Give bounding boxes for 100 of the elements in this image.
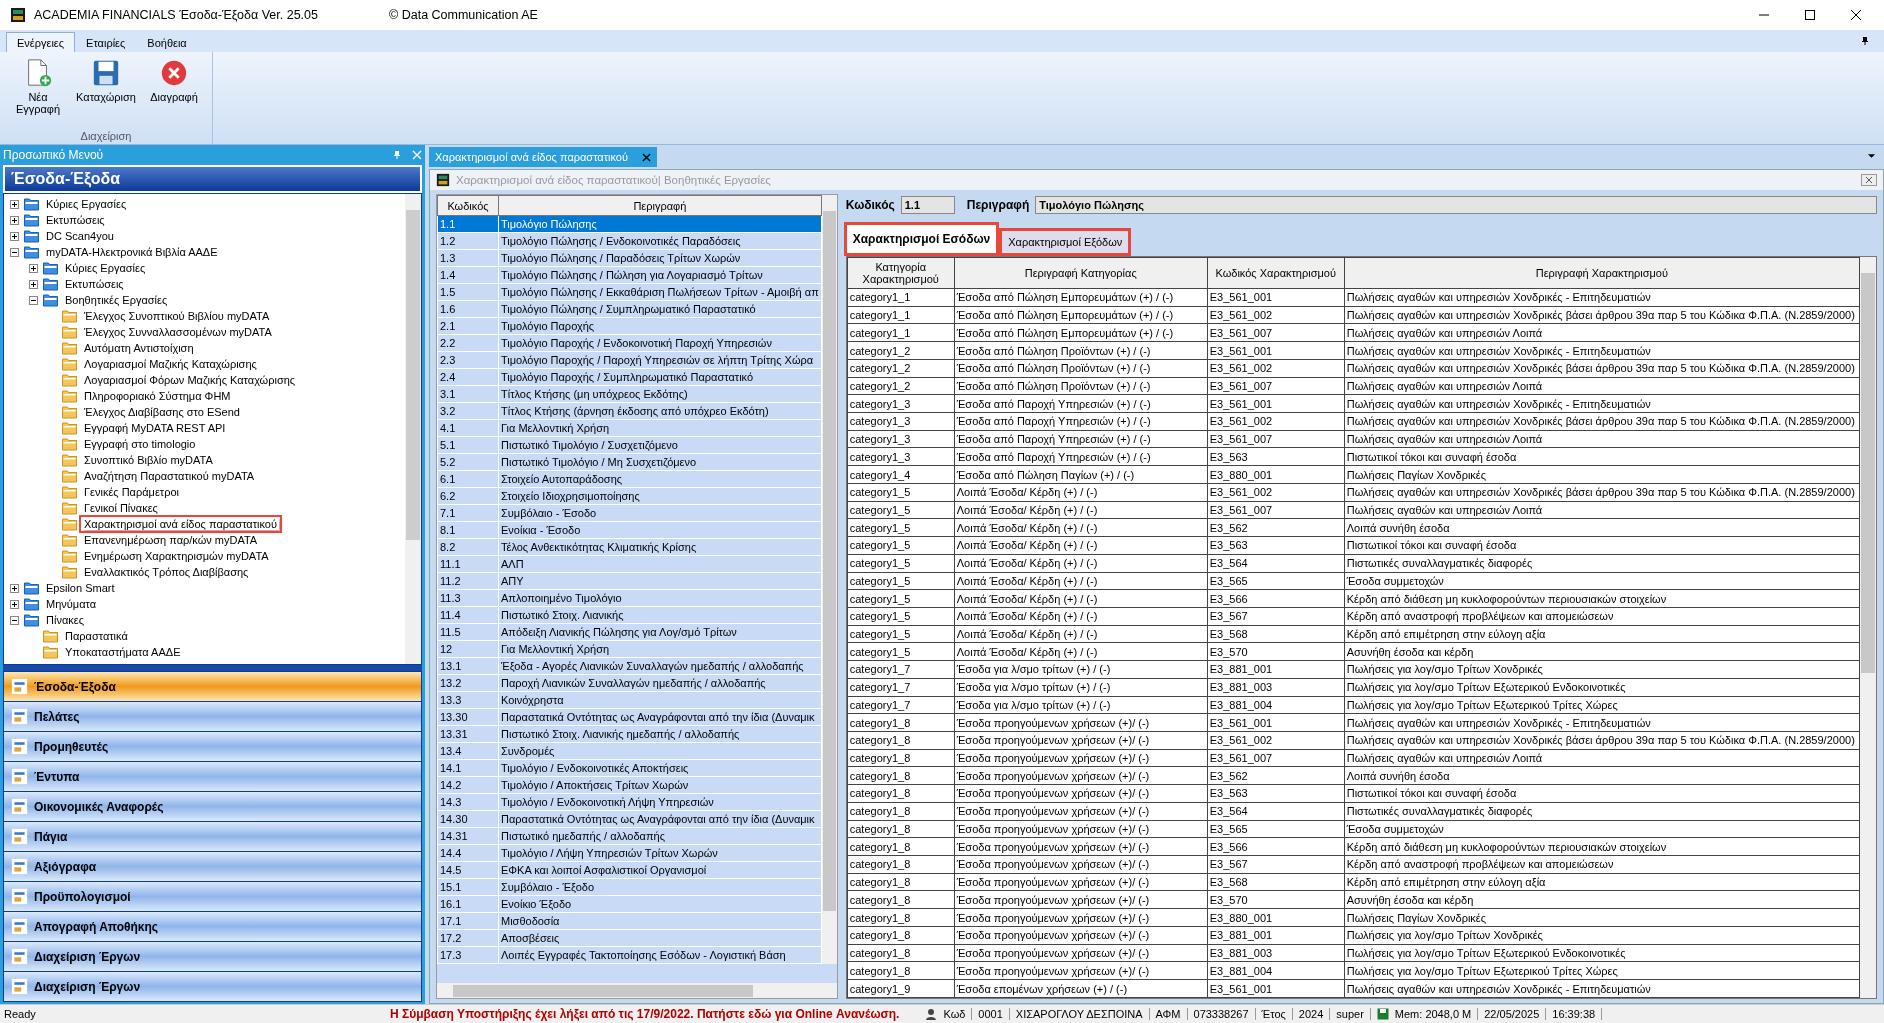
module-button[interactable]: Προϋπολογισμοί [4,882,421,911]
maximize-icon[interactable] [1804,9,1816,21]
expand-icon[interactable] [29,279,38,289]
tree-item[interactable]: Εκτυπώσεις [44,214,107,226]
tree-item[interactable]: Παραστατικά [63,630,130,642]
module-button[interactable]: Έντυπα [4,762,421,791]
tree-item[interactable]: Μηνύματα [44,598,99,610]
column-header[interactable]: Κωδικός Χαρακτηρισμού [1207,257,1345,289]
expand-icon[interactable] [29,263,38,273]
input-field[interactable]: 1.1 [900,196,955,214]
module-button[interactable]: Οικονομικές Αναφορές [4,792,421,821]
list-row[interactable]: 1.4 Τιμολόγιο Πώλησης / Πώληση για Λογαριασμό Τρίτων [437,266,822,284]
list-row[interactable]: 14.4 Τιμολόγιο / Λήψη Υπηρεσιών Τρίτων Χωρών [437,844,822,862]
expand-icon[interactable] [10,199,19,209]
module-button[interactable]: Διαχείριση Έργων [4,972,421,1001]
list-row[interactable]: 11.3 Απλοποιημένο Τιμολόγιο [437,589,822,607]
expand-icon[interactable] [10,231,19,241]
list-row[interactable]: 14.31 Πιστωτικό ημεδαπής / αλλοδαπής [437,827,822,845]
tree-item[interactable]: myDATA-Ηλεκτρονικά Βιβλία ΑΑΔΕ [44,246,220,258]
column-header[interactable]: Κατηγορία Χαρακτηρισμού [847,257,955,289]
module-button[interactable]: Διαχείριση Έργων [4,942,421,971]
tab[interactable]: Χαρακτηρισμοί Εξόδων [1001,230,1130,254]
list-row[interactable]: 8.1 Ενοίκια - Έσοδο [437,521,822,539]
list-row[interactable]: 11.2 ΑΠΥ [437,572,822,590]
module-button[interactable]: Έσοδα-Έξοδα [4,672,421,701]
column-header[interactable]: Περιγραφή Χαρακτηρισμού [1344,257,1860,289]
tree-item[interactable]: Γενικοί Πίνακες [82,502,160,514]
tree-item[interactable]: Χαρακτηρισμοί ανά είδος παραστατικού [82,518,279,530]
list-row[interactable]: 13.4 Συνδρομές [437,742,822,760]
list-row[interactable]: 1.5 Τιμολόγιο Πώλησης / Εκκαθάριση Πωλήσεων Τρίτων - Αμοιβή απ [437,283,822,301]
tree-item[interactable]: Έλεγχος Συνοπτικού Βιβλίου myDATA [82,310,272,322]
tree-item[interactable]: Εγγραφή στο timologio [82,438,198,450]
list-row[interactable]: 2.1 Τιμολόγιο Παροχής [437,317,822,335]
list-row[interactable]: 17.2 Αποσβέσεις [437,929,822,947]
ribbon-button[interactable]: Καταχώριση [74,56,138,130]
module-button[interactable]: Πελάτες [4,702,421,731]
module-button[interactable]: Προμηθευτές [4,732,421,761]
close-icon[interactable] [642,152,651,162]
module-button[interactable]: Αξιόγραφα [4,852,421,881]
collapse-icon[interactable] [10,247,19,257]
list-row[interactable]: 14.2 Τιμολόγιο / Αποκτήσεις Τρίτων Χωρών [437,776,822,794]
list-row[interactable]: 2.4 Τιμολόγιο Παροχής / Συμπληρωματικό Παραστατικό [437,368,822,386]
collapse-icon[interactable] [29,295,38,305]
list-row[interactable]: 5.1 Πιστωτικό Τιμολόγιο / Συσχετιζόμενο [437,436,822,454]
list-row[interactable]: 17.3 Λοιπές Εγγραφές Τακτοποίησης Εσόδων - Λογιστική Βάση [437,946,822,964]
tree-item[interactable]: DC Scan4you [44,230,116,242]
list-row[interactable]: 1.6 Τιμολόγιο Πώλησης / Συμπληρωματικό Παραστατικό [437,300,822,318]
ribbon-tab[interactable]: Εταιρίες [75,32,137,52]
column-header[interactable]: Περιγραφή [498,195,822,216]
list-row[interactable]: 11.5 Απόδειξη Λιανικής Πώλησης για Λογ/σμό Τρίτων [437,623,822,641]
list-row[interactable]: 17.1 Μισθοδοσία [437,912,822,930]
dropdown-caret-icon[interactable] [1867,153,1876,159]
tree-item[interactable]: Γενικές Παράμετροι [82,486,181,498]
list-row[interactable]: 16.1 Ενοίκιο Έξοδο [437,895,822,913]
list-row[interactable]: 6.1 Στοιχείο Αυτοπαράδοσης [437,470,822,488]
list-row[interactable]: 13.31 Πιστωτικό Στοιχ. Λιανικής ημεδαπής / αλλοδαπής [437,725,822,743]
list-row[interactable]: 13.30 Παραστατικά Οντότητας ως Αναγράφονται από την ίδια (Δυναμικ [437,708,822,726]
list-row[interactable]: 11.1 ΑΛΠ [437,555,822,573]
close-icon[interactable] [1850,9,1862,21]
tree-item[interactable]: Κύριες Εργασίες [44,198,129,210]
tree-item[interactable]: Αναζήτηση Παραστατικού myDATA [82,470,257,482]
tree-item[interactable]: Εναλλακτικός Τρόπος Διαβίβασης [82,566,251,578]
tree-item[interactable]: Έλεγχος Διαβίβασης στο ESend [82,406,242,418]
list-row[interactable]: 15.1 Συμβόλαιο - Έξοδο [437,878,822,896]
list-row[interactable]: 4.1 Για Μελλοντική Χρήση [437,419,822,437]
scrollbar[interactable] [437,983,837,998]
tree-item[interactable]: Εγγραφή MyDATA REST API [82,422,228,434]
module-button[interactable]: Απογραφή Αποθήκης [4,912,421,941]
scrollbar[interactable] [1860,257,1876,998]
input-field[interactable]: Τιμολόγιο Πώλησης [1035,196,1877,214]
list-row[interactable]: 13.3 Κοινόχρηστα [437,691,822,709]
list-row[interactable]: 5.2 Πιστωτικό Τιμολόγιο / Μη Συσχετιζόμενο [437,453,822,471]
list-row[interactable]: 3.2 Τίτλος Κτήσης (άρνηση έκδοσης από υπόχρεο Εκδότη) [437,402,822,420]
tree-item[interactable]: Έλεγχος Συνναλλασσομένων myDATA [82,326,274,338]
list-row[interactable]: 11.4 Πιστωτικό Στοιχ. Λιανικής [437,606,822,624]
tree-item[interactable]: Epsilon Smart [44,582,117,594]
list-row[interactable]: 7.1 Συμβόλαιο - Έσοδο [437,504,822,522]
tree-item[interactable]: Επανενημέρωση παρ/κών myDATA [82,534,260,546]
tree-item[interactable]: Ενημέρωση Χαρακτηρισμών myDATA [82,550,271,562]
ribbon-tab[interactable]: Βοήθεια [136,32,198,52]
tree-item[interactable]: Συνοπτικό Βιβλίο myDATA [82,454,215,466]
list-row[interactable]: 1.3 Τιμολόγιο Πώλησης / Παραδόσεις Τρίτων Χωρών [437,249,822,267]
tree-item[interactable]: Εκτυπώσεις [63,278,126,290]
ribbon-button[interactable]: Νέα Εγγραφή [6,56,70,130]
list-row[interactable]: 6.2 Στοιχείο Ιδιοχρησιμοποίησης [437,487,822,505]
list-row[interactable]: 13.2 Παροχή Λιανικών Συναλλαγών ημεδαπής / αλλοδαπής [437,674,822,692]
tree-item[interactable]: Λογαριασμοί Φόρων Μαζικής Καταχώρισης [82,374,298,386]
list-row[interactable]: 14.30 Παραστατικά Οντότητας ως Αναγράφονται από την ίδια (Δυναμικ [437,810,822,828]
tree-item[interactable]: Πληροφοριακό Σύστημα ΦΗΜ [82,390,233,402]
close-icon[interactable] [1861,174,1877,186]
column-header[interactable]: Περιγραφή Κατηγορίας [954,257,1208,289]
tab[interactable]: Χαρακτηρισμοί Εσόδων [845,224,998,254]
tree-item[interactable]: Λογαριασμοί Μαζικής Καταχώρισης [82,358,259,370]
list-row[interactable]: 3.1 Τίτλος Κτήσης (μη υπόχρεος Εκδότης) [437,385,822,403]
pin-icon[interactable] [1860,36,1870,46]
module-button[interactable]: Πάγια [4,822,421,851]
list-row[interactable]: 2.2 Τιμολόγιο Παροχής / Ενδοκοινοτική Παροχή Υπηρεσιών [437,334,822,352]
list-row[interactable]: 14.3 Τιμολόγιο / Ενδοκοινοτική Λήψη Υπηρεσιών [437,793,822,811]
collapse-icon[interactable] [10,615,19,625]
list-row[interactable]: 13.1 Έξοδα - Αγορές Λιανικών Συναλλαγών ημεδαπής / αλλοδαπής [437,657,822,675]
